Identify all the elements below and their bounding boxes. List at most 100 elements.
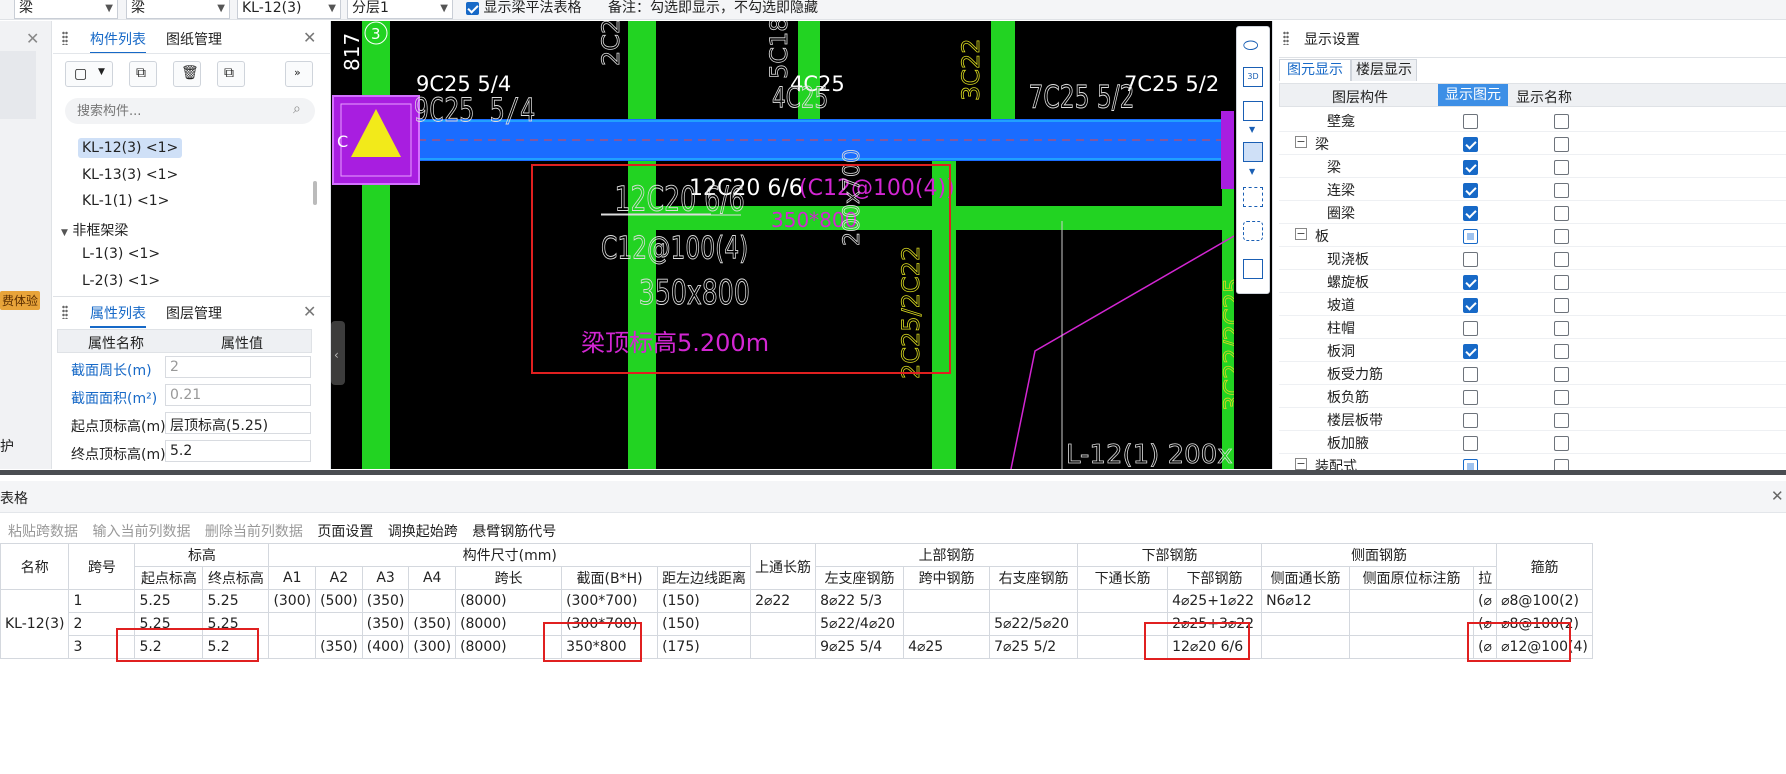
- table-cell[interactable]: [1261, 635, 1351, 659]
- property-value[interactable]: 2: [165, 356, 311, 378]
- table-cell[interactable]: [750, 612, 817, 636]
- table-cell[interactable]: (8000): [455, 589, 563, 613]
- show-element-checkbox[interactable]: [1463, 412, 1478, 428]
- show-element-checkbox[interactable]: [1463, 182, 1478, 198]
- table-cell[interactable]: (350): [361, 589, 410, 613]
- table-cell[interactable]: (150): [657, 589, 752, 613]
- table-cell[interactable]: [903, 589, 991, 613]
- property-value[interactable]: 5.2: [165, 440, 311, 462]
- trial-badge[interactable]: 费体验: [0, 291, 41, 310]
- display-row[interactable]: 板受力筋: [1279, 362, 1786, 385]
- display-row[interactable]: 圈梁: [1279, 201, 1786, 224]
- show-name-checkbox[interactable]: [1554, 113, 1569, 129]
- table-cell-name[interactable]: KL-12(3): [0, 589, 70, 659]
- table-cell[interactable]: [1349, 612, 1475, 636]
- header-show-element[interactable]: 显示图元: [1438, 84, 1508, 106]
- paste-span-data-button[interactable]: 粘贴跨数据: [8, 524, 78, 540]
- tab-component-list[interactable]: 构件列表: [90, 29, 146, 54]
- copy-to-floor-button[interactable]: ⧉: [217, 61, 245, 87]
- element-type-combo[interactable]: 梁 ▼: [126, 0, 230, 19]
- delete-column-data-button[interactable]: 删除当前列数据: [205, 524, 303, 540]
- table-cell[interactable]: [1261, 612, 1351, 636]
- table-cell[interactable]: (400): [361, 635, 410, 659]
- show-name-checkbox[interactable]: [1554, 435, 1569, 451]
- fit-view-icon[interactable]: [1243, 187, 1263, 207]
- chevron-down-icon[interactable]: ▼: [1249, 125, 1255, 134]
- show-name-checkbox[interactable]: [1554, 297, 1569, 313]
- table-cell[interactable]: (300*700): [561, 589, 659, 613]
- page-setup-button[interactable]: 页面设置: [317, 524, 373, 540]
- display-row[interactable]: 螺旋板: [1279, 270, 1786, 293]
- display-row[interactable]: 楼层板带: [1279, 408, 1786, 431]
- show-element-checkbox[interactable]: [1463, 205, 1478, 221]
- show-element-checkbox[interactable]: [1463, 274, 1478, 290]
- show-table-checkbox[interactable]: 显示梁平法表格: [466, 0, 581, 16]
- show-name-checkbox[interactable]: [1554, 343, 1569, 359]
- expand-button[interactable]: »: [285, 61, 313, 87]
- show-element-checkbox[interactable]: [1463, 343, 1478, 359]
- layer-combo[interactable]: 分层1 ▼: [347, 0, 453, 19]
- header-show-name[interactable]: 显示名称: [1516, 87, 1572, 107]
- chevron-down-icon[interactable]: ▼: [1249, 167, 1255, 176]
- cube-view-icon[interactable]: [1243, 101, 1263, 121]
- list-item[interactable]: KL-1(1) <1>: [82, 193, 169, 209]
- table-cell[interactable]: (500): [315, 589, 363, 613]
- display-row[interactable]: 连梁: [1279, 178, 1786, 201]
- input-column-data-button[interactable]: 输入当前列数据: [92, 524, 190, 540]
- element-name-combo[interactable]: KL-12(3) ▼: [237, 0, 341, 19]
- table-cell[interactable]: ⌀8@100(2): [1496, 589, 1594, 613]
- table-cell[interactable]: (175): [657, 635, 752, 659]
- show-element-checkbox[interactable]: [1463, 389, 1478, 405]
- copy-button[interactable]: ⧉: [129, 61, 157, 87]
- show-name-checkbox[interactable]: [1554, 251, 1569, 267]
- table-cell[interactable]: [1077, 589, 1169, 613]
- show-name-checkbox[interactable]: [1554, 182, 1569, 198]
- chevron-left-icon[interactable]: ‹: [334, 348, 339, 362]
- drag-handle-icon[interactable]: [62, 31, 68, 45]
- collapse-toggle-icon[interactable]: −: [1295, 136, 1307, 148]
- table-cell[interactable]: [903, 612, 991, 636]
- property-value[interactable]: 0.21: [165, 384, 311, 406]
- table-cell[interactable]: 5⌀22/4⌀20: [815, 612, 905, 636]
- table-cell[interactable]: [268, 635, 317, 659]
- display-row[interactable]: 柱帽: [1279, 316, 1786, 339]
- table-cell[interactable]: [989, 589, 1079, 613]
- show-name-checkbox[interactable]: [1554, 228, 1569, 244]
- show-element-checkbox[interactable]: [1463, 136, 1478, 152]
- select-region-icon[interactable]: [1243, 221, 1263, 241]
- search-input[interactable]: [77, 101, 277, 121]
- table-cell[interactable]: (350): [315, 635, 363, 659]
- show-element-checkbox[interactable]: [1463, 228, 1478, 244]
- display-row[interactable]: 板加腋: [1279, 431, 1786, 454]
- show-element-checkbox[interactable]: [1463, 113, 1478, 129]
- cantilever-code-button[interactable]: 悬臂钢筋代号: [472, 524, 556, 540]
- table-cell[interactable]: 1: [68, 589, 136, 613]
- table-cell[interactable]: [1349, 635, 1475, 659]
- display-settings-icon[interactable]: [1243, 259, 1263, 279]
- display-row[interactable]: − 板: [1279, 224, 1786, 247]
- show-element-checkbox[interactable]: [1463, 366, 1478, 382]
- nav-text[interactable]: 护: [0, 436, 14, 456]
- table-cell[interactable]: (300): [408, 635, 457, 659]
- table-cell[interactable]: 2⌀22: [750, 589, 817, 613]
- tab-drawing-management[interactable]: 图纸管理: [166, 29, 222, 49]
- display-row[interactable]: 板洞: [1279, 339, 1786, 362]
- drag-handle-icon[interactable]: [62, 305, 68, 319]
- list-item[interactable]: KL-12(3) <1>: [78, 138, 183, 158]
- show-name-checkbox[interactable]: [1554, 205, 1569, 221]
- tree-group[interactable]: ▼ 非框架梁: [61, 220, 128, 240]
- tab-property-list[interactable]: 属性列表: [90, 303, 146, 328]
- close-icon[interactable]: ✕: [303, 28, 316, 47]
- table-cell[interactable]: 5⌀22/5⌀20: [989, 612, 1079, 636]
- collapse-toggle-icon[interactable]: −: [1295, 458, 1307, 470]
- tab-layer-management[interactable]: 图层管理: [166, 303, 222, 323]
- list-item[interactable]: KL-13(3) <1>: [82, 167, 178, 183]
- table-cell[interactable]: [408, 589, 457, 613]
- orbit-icon[interactable]: ⬭: [1243, 35, 1258, 56]
- table-cell[interactable]: [750, 635, 817, 659]
- list-item[interactable]: L-2(3) <1>: [82, 273, 160, 289]
- show-name-checkbox[interactable]: [1554, 320, 1569, 336]
- table-cell[interactable]: 4⌀25+1⌀22: [1167, 589, 1263, 613]
- list-item[interactable]: L-1(3) <1>: [82, 246, 160, 262]
- search-field[interactable]: ⌕: [65, 98, 315, 124]
